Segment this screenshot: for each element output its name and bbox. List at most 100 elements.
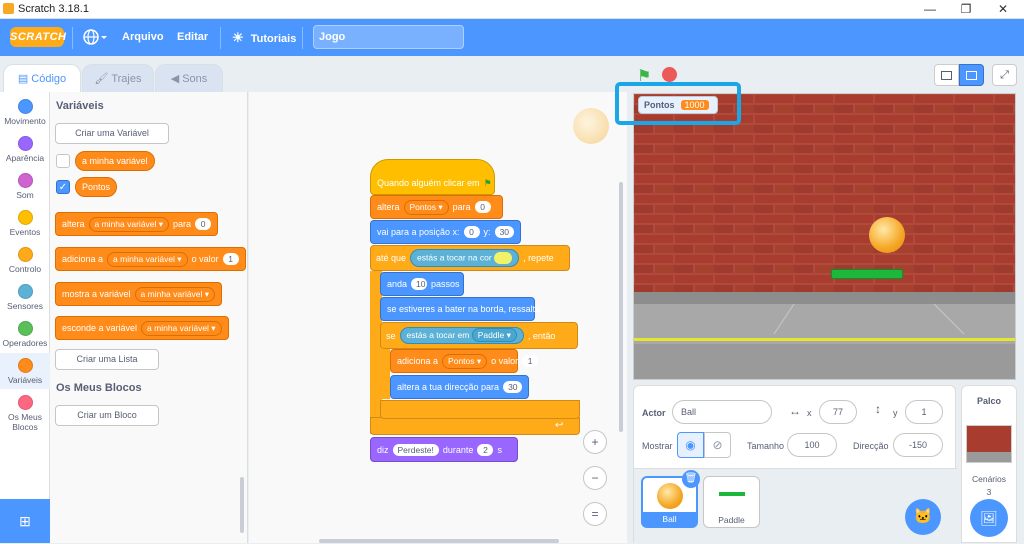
category-label: Aparência — [5, 153, 45, 163]
category-looks[interactable]: Aparência — [0, 131, 50, 167]
script-scrollbar-v[interactable] — [619, 182, 623, 432]
small-stage-icon — [941, 71, 952, 80]
variable-dropdown[interactable]: a minha variável ▾ — [134, 286, 216, 302]
value-input[interactable]: 1 — [222, 253, 239, 265]
ball-sprite[interactable] — [869, 217, 905, 253]
close-button[interactable]: ✕ — [988, 1, 1018, 17]
seconds-input[interactable]: 2 — [477, 443, 494, 456]
change-pontos-block[interactable]: adiciona a Pontos ▾ o valor 1 — [390, 349, 539, 373]
edit-menu[interactable]: Editar — [177, 19, 208, 56]
add-sprite-button[interactable]: 🐱 — [905, 499, 941, 535]
category-control[interactable]: Controlo — [0, 242, 50, 278]
create-list-button[interactable]: Criar uma Lista — [55, 349, 159, 370]
palette-scrollbar[interactable] — [240, 477, 244, 533]
category-operators[interactable]: Operadores — [0, 316, 50, 352]
tutorials-menu[interactable]: ☀ Tutoriais — [232, 19, 296, 56]
variable-dropdown[interactable]: Pontos ▾ — [403, 199, 449, 215]
block-text: adiciona a — [62, 254, 104, 264]
value-input[interactable]: 0 — [474, 201, 491, 213]
y-input[interactable]: 30 — [494, 226, 514, 238]
steps-input[interactable]: 10 — [411, 278, 428, 290]
category-variables[interactable]: Variáveis — [0, 353, 50, 389]
set-variable-block[interactable]: altera a minha variável ▾ para 0 — [55, 212, 219, 236]
block-text: , repete — [523, 253, 554, 263]
small-stage-button[interactable] — [934, 64, 959, 86]
zoom-in-button[interactable]: + — [583, 430, 607, 454]
touching-object-block[interactable]: estás a tocar em Paddle ▾ — [399, 327, 524, 344]
block-text: altera a tua direcção para — [397, 382, 500, 392]
change-variable-block[interactable]: adiciona a a minha variável ▾ o valor 1 — [55, 247, 246, 271]
sprite-tile-paddle[interactable]: Paddle — [703, 476, 760, 528]
window-title: Scratch 3.18.1 — [18, 3, 89, 15]
when-flag-clicked-block[interactable]: Quando alguém clicar em ⚑ — [370, 159, 495, 195]
touching-color-block[interactable]: estás a tocar na cor — [410, 249, 520, 267]
large-stage-button[interactable] — [959, 64, 984, 86]
category-sound[interactable]: Som — [0, 168, 50, 204]
stage-target-panel[interactable]: Palco Cenários 3 🖼 — [961, 385, 1017, 543]
say-for-secs-block[interactable]: diz Perdeste! durante 2 s — [370, 437, 518, 462]
tab-sounds-label: Sons — [182, 73, 208, 85]
paddle-sprite[interactable] — [831, 269, 903, 279]
category-events[interactable]: Eventos — [0, 205, 50, 241]
tab-sounds[interactable]: ◀ Sons — [155, 64, 223, 92]
y-input[interactable]: 1 — [905, 400, 943, 424]
y-label: y — [893, 408, 898, 418]
scratch-logo[interactable]: SCRATCH — [10, 27, 66, 47]
variable-dropdown[interactable]: a minha variável ▾ — [141, 320, 222, 336]
tab-code[interactable]: ▤ Código — [3, 64, 81, 93]
goto-xy-block[interactable]: vai para a posição x: 0 y: 30 — [370, 220, 521, 244]
move-steps-block[interactable]: anda 10 passos — [380, 272, 464, 296]
value-input[interactable]: 0 — [195, 218, 212, 230]
language-menu[interactable] — [82, 19, 108, 56]
fullscreen-button[interactable]: ⤢ — [992, 64, 1017, 86]
x-input[interactable]: 77 — [819, 400, 857, 424]
script-scrollbar-h[interactable] — [319, 539, 559, 543]
show-sprite-button[interactable]: ◉ — [677, 432, 704, 458]
set-pontos-block[interactable]: altera Pontos ▾ para 0 — [370, 195, 503, 219]
zoom-reset-button[interactable]: = — [583, 502, 607, 526]
hide-sprite-button[interactable]: ⊘ — [704, 432, 731, 458]
direction-input[interactable]: 30 — [503, 381, 522, 393]
file-menu[interactable]: Arquivo — [122, 19, 164, 56]
pontos-reporter[interactable]: Pontos — [75, 177, 118, 197]
loop-arrow-icon: ↩ — [555, 420, 564, 431]
point-direction-block[interactable]: altera a tua direcção para 30 — [390, 375, 529, 399]
variable-reporter[interactable]: a minha variável — [75, 151, 155, 171]
show-variable-block[interactable]: mostra a variável a minha variável ▾ — [55, 282, 223, 306]
variable-dropdown[interactable]: a minha variável ▾ — [107, 251, 188, 267]
stage-canvas[interactable] — [633, 93, 1016, 380]
add-extension-button[interactable]: ⊞ — [0, 499, 50, 543]
object-dropdown[interactable]: Paddle ▾ — [471, 328, 517, 342]
category-motion[interactable]: Movimento — [0, 94, 50, 130]
minimize-button[interactable]: — — [915, 1, 945, 17]
delete-sprite-button[interactable]: 🗑 — [682, 470, 700, 488]
zoom-out-button[interactable]: − — [583, 466, 607, 490]
add-backdrop-button[interactable]: 🖼 — [970, 499, 1008, 537]
size-input[interactable]: 100 — [787, 433, 837, 457]
hide-variable-block[interactable]: esconde a variável a minha variável ▾ — [55, 316, 229, 340]
create-block-button[interactable]: Criar um Bloco — [55, 405, 159, 426]
variable-checkbox[interactable] — [56, 154, 70, 168]
maximize-button[interactable]: ❐ — [951, 1, 981, 17]
value-input[interactable]: 1 — [522, 355, 539, 367]
project-title-input[interactable]: Jogo — [313, 25, 464, 49]
tab-costumes[interactable]: 🖌 Trajes — [82, 64, 154, 92]
sprite-name-input[interactable]: Ball — [672, 400, 772, 424]
message-input[interactable]: Perdeste! — [392, 443, 439, 456]
block-text: o valor — [191, 254, 219, 264]
stop-button[interactable] — [662, 67, 677, 82]
x-input[interactable]: 0 — [463, 226, 480, 238]
pontos-checkbox[interactable]: ✓ — [56, 180, 70, 194]
eye-icon: ◉ — [685, 438, 696, 452]
script-area[interactable]: Quando alguém clicar em ⚑ altera Pontos … — [249, 92, 627, 543]
create-variable-button[interactable]: Criar uma Variável — [55, 123, 169, 144]
variable-dropdown[interactable]: Pontos ▾ — [442, 353, 488, 369]
size-label: Tamanho — [747, 441, 785, 451]
category-my-blocks[interactable]: Os Meus Blocos — [0, 390, 50, 434]
direction-input[interactable]: -150 — [893, 433, 943, 457]
category-sensing[interactable]: Sensores — [0, 279, 50, 315]
color-swatch[interactable] — [494, 252, 513, 264]
bounce-block[interactable]: se estiveres a bater na borda, ressalta — [380, 297, 540, 321]
variable-dropdown[interactable]: a minha variável ▾ — [88, 216, 170, 232]
menu-divider — [220, 27, 221, 49]
